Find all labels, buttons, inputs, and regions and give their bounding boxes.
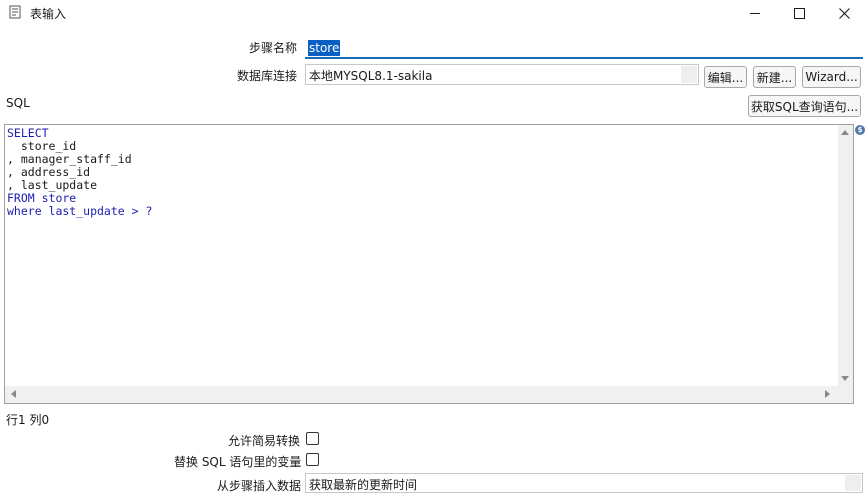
scroll-left-icon[interactable] (11, 390, 16, 398)
insert-from-step-label: 从步骤插入数据 (217, 479, 302, 493)
step-name-label: 步骤名称 (249, 41, 298, 55)
edit-connection-button[interactable]: 编辑... (704, 66, 747, 88)
close-icon (838, 7, 850, 19)
sql-label: SQL (6, 96, 30, 110)
sql-line: , manager_staff_id (7, 152, 132, 166)
sql-line: where last_update > ? (7, 204, 153, 218)
step-name-value: store (308, 40, 341, 56)
close-button[interactable] (822, 0, 866, 26)
maximize-button[interactable] (777, 0, 821, 26)
wizard-button[interactable]: Wizard... (802, 66, 861, 88)
help-icon[interactable]: $ (855, 125, 865, 135)
step-name-input[interactable]: store (305, 37, 863, 59)
horizontal-scrollbar[interactable] (5, 386, 853, 403)
vertical-scrollbar[interactable] (838, 125, 853, 387)
db-connection-value: 本地MYSQL8.1-sakila (309, 69, 433, 83)
sql-line: , last_update (7, 178, 98, 192)
dropdown-icon[interactable] (681, 66, 697, 83)
sql-editor[interactable]: SELECT store_id , manager_staff_id , add… (4, 124, 854, 404)
sql-code: SELECT store_id , manager_staff_id , add… (7, 127, 152, 218)
cursor-position: 行1 列0 (6, 413, 50, 427)
window-title: 表输入 (30, 7, 67, 21)
table-input-icon (9, 5, 21, 19)
dropdown-icon[interactable] (845, 475, 861, 491)
minimize-button[interactable] (733, 0, 777, 26)
title-bar: 表输入 (0, 0, 866, 26)
replace-variables-label: 替换 SQL 语句里的变量 (174, 455, 302, 469)
lazy-conversion-label: 允许简易转换 (228, 434, 301, 448)
db-connection-select[interactable]: 本地MYSQL8.1-sakila (305, 64, 699, 85)
sql-line: FROM store (7, 191, 77, 205)
maximize-icon (793, 7, 805, 19)
scroll-right-icon[interactable] (825, 390, 830, 398)
scroll-down-icon[interactable] (841, 376, 849, 381)
minimize-icon (750, 12, 760, 14)
sql-line: store_id (7, 139, 77, 153)
db-connection-label: 数据库连接 (237, 69, 298, 83)
insert-from-step-select[interactable]: 获取最新的更新时间 (305, 473, 863, 493)
scroll-up-icon[interactable] (841, 130, 849, 135)
replace-variables-checkbox[interactable] (306, 453, 319, 466)
sql-line: , address_id (7, 165, 91, 179)
new-connection-button[interactable]: 新建... (753, 66, 796, 88)
get-sql-query-button[interactable]: 获取SQL查询语句... (748, 95, 861, 117)
sql-line: SELECT (7, 126, 49, 140)
lazy-conversion-checkbox[interactable] (306, 432, 319, 445)
insert-from-step-value: 获取最新的更新时间 (309, 478, 418, 492)
